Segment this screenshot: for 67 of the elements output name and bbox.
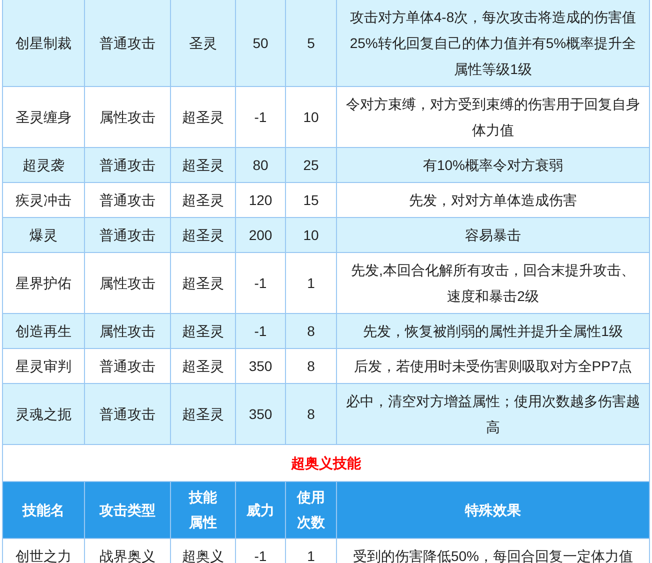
table-cell: 超圣灵 xyxy=(170,314,236,348)
column-header: 攻击类型 xyxy=(84,482,170,538)
table-cell: 8 xyxy=(286,348,336,384)
table-cell: 1 xyxy=(286,538,336,563)
table-cell: -1 xyxy=(236,314,286,348)
table-cell: 普通攻击 xyxy=(84,148,170,182)
table-cell: 先发,本回合化解所有攻击，回合末提升攻击、速度和暴击2级 xyxy=(336,252,650,314)
table-cell: 必中，清空对方增益属性；使用次数越多伤害越高 xyxy=(336,384,650,444)
table-cell: 80 xyxy=(236,148,286,182)
table-cell: 200 xyxy=(236,218,286,252)
column-header: 威力 xyxy=(236,482,286,538)
table-cell: 350 xyxy=(236,348,286,384)
table-cell: 圣灵 xyxy=(170,0,236,86)
column-header: 特殊效果 xyxy=(336,482,650,538)
table-cell: 15 xyxy=(286,182,336,218)
table-cell: 圣灵缠身 xyxy=(2,86,84,148)
table-cell: 超圣灵 xyxy=(170,86,236,148)
table-cell: 超圣灵 xyxy=(170,182,236,218)
table-cell: 超圣灵 xyxy=(170,384,236,444)
table-cell: 普通攻击 xyxy=(84,348,170,384)
table-cell: 8 xyxy=(286,384,336,444)
table-cell: 120 xyxy=(236,182,286,218)
table-cell: -1 xyxy=(236,252,286,314)
table-cell: 10 xyxy=(286,218,336,252)
table-cell: 令对方束缚，对方受到束缚的伤害用于回复自身体力值 xyxy=(336,86,650,148)
table-cell: 超圣灵 xyxy=(170,348,236,384)
column-header: 使用 次数 xyxy=(286,482,336,538)
table-cell: 25 xyxy=(286,148,336,182)
table-cell: 属性攻击 xyxy=(84,252,170,314)
section-title: 超奥义技能 xyxy=(2,444,650,482)
table-cell: 容易暴击 xyxy=(336,218,650,252)
table-cell: 350 xyxy=(236,384,286,444)
table-cell: 超圣灵 xyxy=(170,218,236,252)
table-cell: 10 xyxy=(286,86,336,148)
table-cell: 灵魂之扼 xyxy=(2,384,84,444)
table-cell: 超灵袭 xyxy=(2,148,84,182)
table-cell: 8 xyxy=(286,314,336,348)
table-cell: 5 xyxy=(286,0,336,86)
column-header: 技能名 xyxy=(2,482,84,538)
table-cell: 星界护佑 xyxy=(2,252,84,314)
table-cell: 战界奥义 xyxy=(84,538,170,563)
table-cell: 超奥义 xyxy=(170,538,236,563)
table-cell: 攻击对方单体4-8次，每次攻击将造成的伤害值25%转化回复自己的体力值并有5%概率提升全属性等级1级 xyxy=(336,0,650,86)
table-cell: 超圣灵 xyxy=(170,148,236,182)
table-cell: 普通攻击 xyxy=(84,0,170,86)
table-cell: 爆灵 xyxy=(2,218,84,252)
table-cell: 先发，对对方单体造成伤害 xyxy=(336,182,650,218)
table-cell: 疾灵冲击 xyxy=(2,182,84,218)
table-cell: 属性攻击 xyxy=(84,314,170,348)
table-cell: -1 xyxy=(236,538,286,563)
table-cell: 创世之力 xyxy=(2,538,84,563)
table-cell: 后发，若使用时未受伤害则吸取对方全PP7点 xyxy=(336,348,650,384)
table-cell: 50 xyxy=(236,0,286,86)
table-cell: 创星制裁 xyxy=(2,0,84,86)
table-cell: 普通攻击 xyxy=(84,218,170,252)
table-cell: -1 xyxy=(236,86,286,148)
table-cell: 超圣灵 xyxy=(170,252,236,314)
table-cell: 1 xyxy=(286,252,336,314)
table-cell: 普通攻击 xyxy=(84,182,170,218)
table-cell: 有10%概率令对方衰弱 xyxy=(336,148,650,182)
table-cell: 普通攻击 xyxy=(84,384,170,444)
table-cell: 创造再生 xyxy=(2,314,84,348)
table-cell: 星灵审判 xyxy=(2,348,84,384)
table-cell: 受到的伤害降低50%，每回合回复一定体力值 xyxy=(336,538,650,563)
table-cell: 属性攻击 xyxy=(84,86,170,148)
table-cell: 先发，恢复被削弱的属性并提升全属性1级 xyxy=(336,314,650,348)
column-header: 技能 属性 xyxy=(170,482,236,538)
